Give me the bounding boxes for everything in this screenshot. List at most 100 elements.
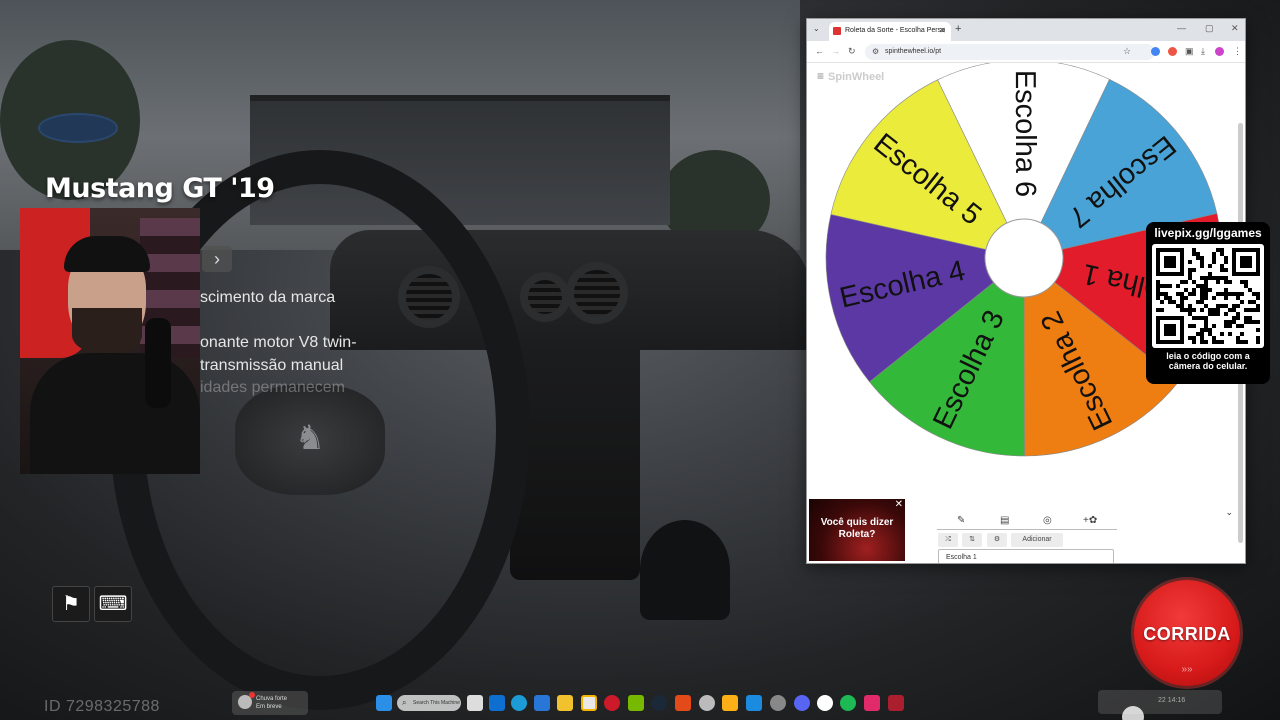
qr-module — [1208, 328, 1212, 332]
pencil-icon[interactable]: ✎ — [957, 515, 965, 526]
qr-module — [1256, 308, 1260, 312]
taskbar-weather-widget[interactable]: Chuva forte Em breve — [232, 691, 308, 715]
qr-module — [1204, 292, 1208, 296]
add-image-button[interactable]: Adicionar — [1011, 533, 1063, 547]
qr-module — [1220, 340, 1224, 344]
downloads-icon[interactable]: ⤓ — [1201, 46, 1205, 57]
tab-title: Roleta da Sorte - Escolha Perso — [845, 27, 945, 34]
roulette-ad[interactable]: ✕ Você quis dizer Roleta? — [809, 499, 905, 561]
chevron-down-icon[interactable]: ⌄ — [1225, 507, 1233, 518]
site-info-icon[interactable]: ⚙ — [872, 47, 879, 56]
browser-menu-icon[interactable]: ⋮ — [1233, 46, 1242, 57]
chrome-icon[interactable] — [581, 695, 597, 711]
qr-module — [1216, 276, 1220, 280]
qr-module — [1156, 308, 1160, 312]
chat-icon[interactable]: ⌨ — [94, 586, 132, 622]
close-tab-icon[interactable]: ✕ — [939, 26, 946, 35]
qr-module — [1228, 320, 1232, 324]
maximize-icon[interactable]: ▢ — [1205, 23, 1214, 34]
qr-module — [1196, 284, 1200, 288]
address-bar[interactable]: ⚙ spinthewheel.io/pt — [865, 44, 1155, 60]
app-icon[interactable] — [864, 695, 880, 711]
mail-icon[interactable] — [489, 695, 505, 711]
extensions-puzzle-icon[interactable]: ▣ — [1185, 46, 1194, 57]
game-app-icon[interactable] — [888, 695, 904, 711]
eye-off-icon[interactable]: ◎ — [1043, 515, 1052, 526]
qr-module — [1224, 292, 1228, 296]
qr-finder-pattern — [1164, 324, 1176, 336]
minimize-icon[interactable]: — — [1177, 23, 1186, 33]
new-tab-icon[interactable]: + — [955, 23, 961, 35]
discord-icon[interactable] — [794, 695, 810, 711]
system-tray[interactable]: 22 14:16 — [1098, 690, 1222, 714]
search-placeholder: Search This Machine — [413, 700, 460, 706]
race-button[interactable]: CORRIDA »» — [1134, 580, 1240, 686]
flag-icon[interactable]: ⚑ — [52, 586, 90, 622]
sort-icon[interactable]: ⇅ — [962, 533, 982, 547]
qr-module — [1212, 324, 1216, 328]
qr-module — [1236, 336, 1240, 340]
windows-start-icon[interactable] — [376, 695, 392, 711]
qr-module — [1232, 320, 1236, 324]
gear-icon[interactable]: ⚙ — [987, 533, 1007, 547]
qr-module — [1252, 292, 1256, 296]
qr-module — [1204, 316, 1208, 320]
race-button-label: CORRIDA — [1143, 624, 1231, 644]
qr-module — [1244, 340, 1248, 344]
qr-finder-pattern — [1164, 256, 1176, 268]
bookmark-star-icon[interactable]: ☆ — [1123, 46, 1131, 57]
task-view-icon[interactable] — [467, 695, 483, 711]
qr-module — [1200, 256, 1204, 260]
steam-icon[interactable] — [651, 695, 667, 711]
qr-module — [1200, 308, 1204, 312]
forward-icon[interactable]: → — [831, 46, 840, 56]
qr-module — [1228, 332, 1232, 336]
weather-text: Chuva forte — [256, 696, 288, 702]
entry-input[interactable]: Escolha 1 — [938, 549, 1114, 563]
qr-module — [1248, 320, 1252, 324]
file-explorer-icon[interactable] — [557, 695, 573, 711]
back-icon[interactable]: ← — [815, 46, 824, 56]
close-window-icon[interactable]: ✕ — [1231, 23, 1239, 34]
qr-module — [1228, 324, 1232, 328]
qr-module — [1212, 296, 1216, 300]
chevron-right-icon[interactable]: › — [202, 246, 232, 272]
origin-icon[interactable] — [675, 695, 691, 711]
qr-module — [1204, 276, 1208, 280]
nvidia-icon[interactable] — [628, 695, 644, 711]
color-wheel-icon[interactable]: +✿ — [1083, 515, 1097, 526]
browser-tab[interactable]: Roleta da Sorte - Escolha Perso ✕ — [829, 22, 951, 41]
reload-icon[interactable]: ↻ — [848, 46, 856, 57]
qr-module — [1156, 284, 1160, 288]
google-icon[interactable] — [817, 695, 833, 711]
close-ad-icon[interactable]: ✕ — [895, 499, 903, 511]
taskbar-search[interactable]: ⌕ Search This Machine — [397, 695, 461, 711]
vscode-icon[interactable] — [746, 695, 762, 711]
settings-app-icon[interactable] — [770, 695, 786, 711]
profile-avatar[interactable] — [1215, 47, 1224, 56]
qr-module — [1244, 308, 1248, 312]
store-icon[interactable] — [534, 695, 550, 711]
qr-module — [1256, 336, 1260, 340]
wheel-center-hub[interactable] — [984, 218, 1064, 298]
clipboard-icon[interactable]: ▤ — [1000, 515, 1009, 526]
ford-logo — [38, 113, 118, 143]
qr-module — [1156, 292, 1160, 296]
extension-icon[interactable] — [1151, 47, 1160, 56]
qr-module — [1256, 304, 1260, 308]
extension-icon[interactable] — [1168, 47, 1177, 56]
weather-subtext: Em breve — [256, 704, 282, 710]
qr-module — [1180, 304, 1184, 308]
qr-module — [1236, 296, 1240, 300]
obs-icon[interactable] — [699, 695, 715, 711]
tab-search-icon[interactable]: ⌄ — [813, 24, 820, 33]
qr-module — [1216, 248, 1220, 252]
qr-module — [1192, 292, 1196, 296]
opera-icon[interactable] — [604, 695, 620, 711]
qr-code — [1152, 244, 1264, 348]
qr-module — [1192, 252, 1196, 256]
rockstar-icon[interactable] — [722, 695, 738, 711]
spotify-icon[interactable] — [840, 695, 856, 711]
shuffle-icon[interactable]: ⤮ — [938, 533, 958, 547]
edge-icon[interactable] — [511, 695, 527, 711]
